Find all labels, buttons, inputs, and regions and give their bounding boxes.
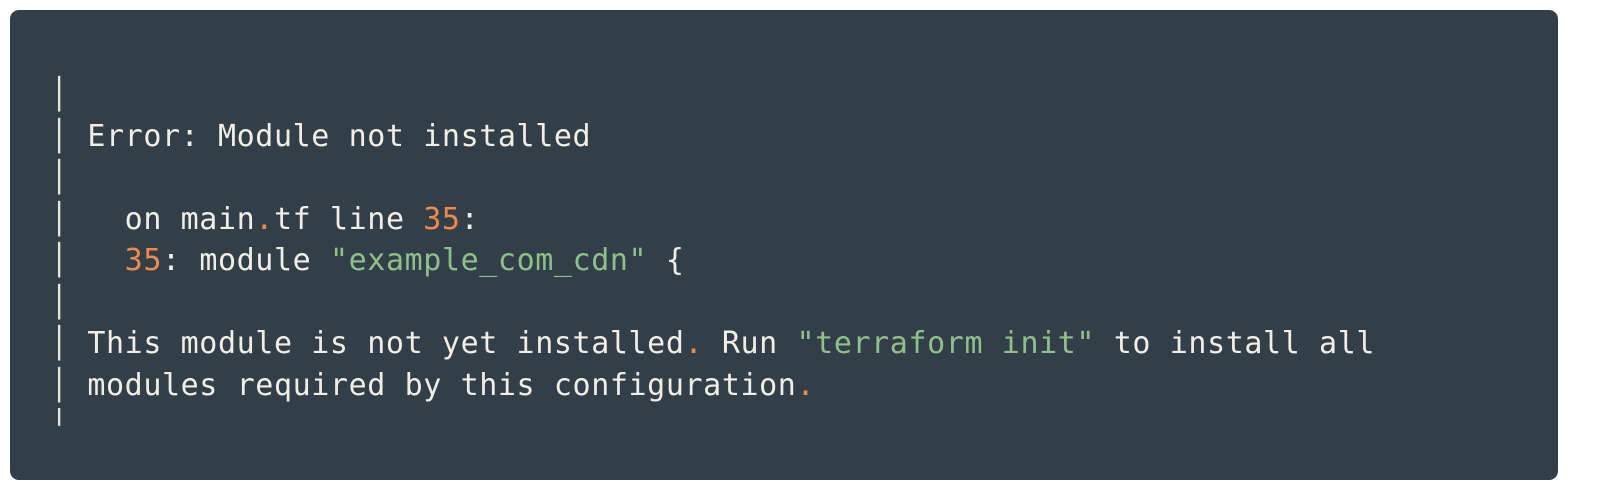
text-token: on main — [68, 201, 256, 237]
gutter-bar: │ — [50, 284, 69, 320]
gutter-bar: ╵ — [50, 409, 69, 444]
number-token: . — [796, 367, 816, 403]
gutter-bar: │ — [50, 77, 69, 112]
code-line: │ — [50, 74, 1558, 116]
text-token: : module — [162, 243, 330, 278]
gutter-bar: │ — [50, 326, 69, 361]
text-token: to install all — [1095, 326, 1376, 361]
text-token: : — [460, 201, 480, 237]
gutter-bar: │ — [50, 243, 69, 278]
code-line: │ on main.tf line 35: — [50, 199, 1558, 241]
code-line: │ — [50, 282, 1558, 324]
number-token: . — [255, 201, 274, 237]
text-token: Run — [703, 326, 797, 361]
code-line: │ Error: Module not installed — [50, 116, 1558, 158]
code-line: │ 35: module "example_com_cdn" { — [50, 240, 1558, 282]
code-line: │ modules required by this configuration… — [50, 365, 1558, 407]
text-token: This module is not yet installed — [68, 326, 685, 361]
code-line: ╵ — [50, 406, 1558, 448]
code-line: │ — [50, 157, 1558, 199]
number-token: 35 — [124, 243, 162, 278]
text-token: Error: Module not installed — [68, 118, 592, 154]
gutter-bar: │ — [50, 367, 69, 403]
terminal-output-block: │ │ Error: Module not installed │ │ on main… — [10, 10, 1558, 480]
error-message-code: │ │ Error: Module not installed │ │ on main… — [50, 74, 1558, 448]
gutter-bar: │ — [50, 118, 69, 154]
string-token: "example_com_cdn" — [329, 243, 648, 278]
gutter-bar: │ — [50, 201, 69, 237]
text-token: tf line — [273, 201, 424, 237]
gutter-bar: │ — [50, 160, 69, 195]
code-line: │ This module is not yet installed. Run … — [50, 323, 1558, 365]
string-token: "terraform init" — [796, 326, 1096, 361]
text-token: modules required by this configuration — [68, 367, 797, 403]
text-token: { — [647, 243, 685, 278]
number-token: 35 — [423, 201, 461, 237]
number-token: . — [684, 326, 704, 361]
